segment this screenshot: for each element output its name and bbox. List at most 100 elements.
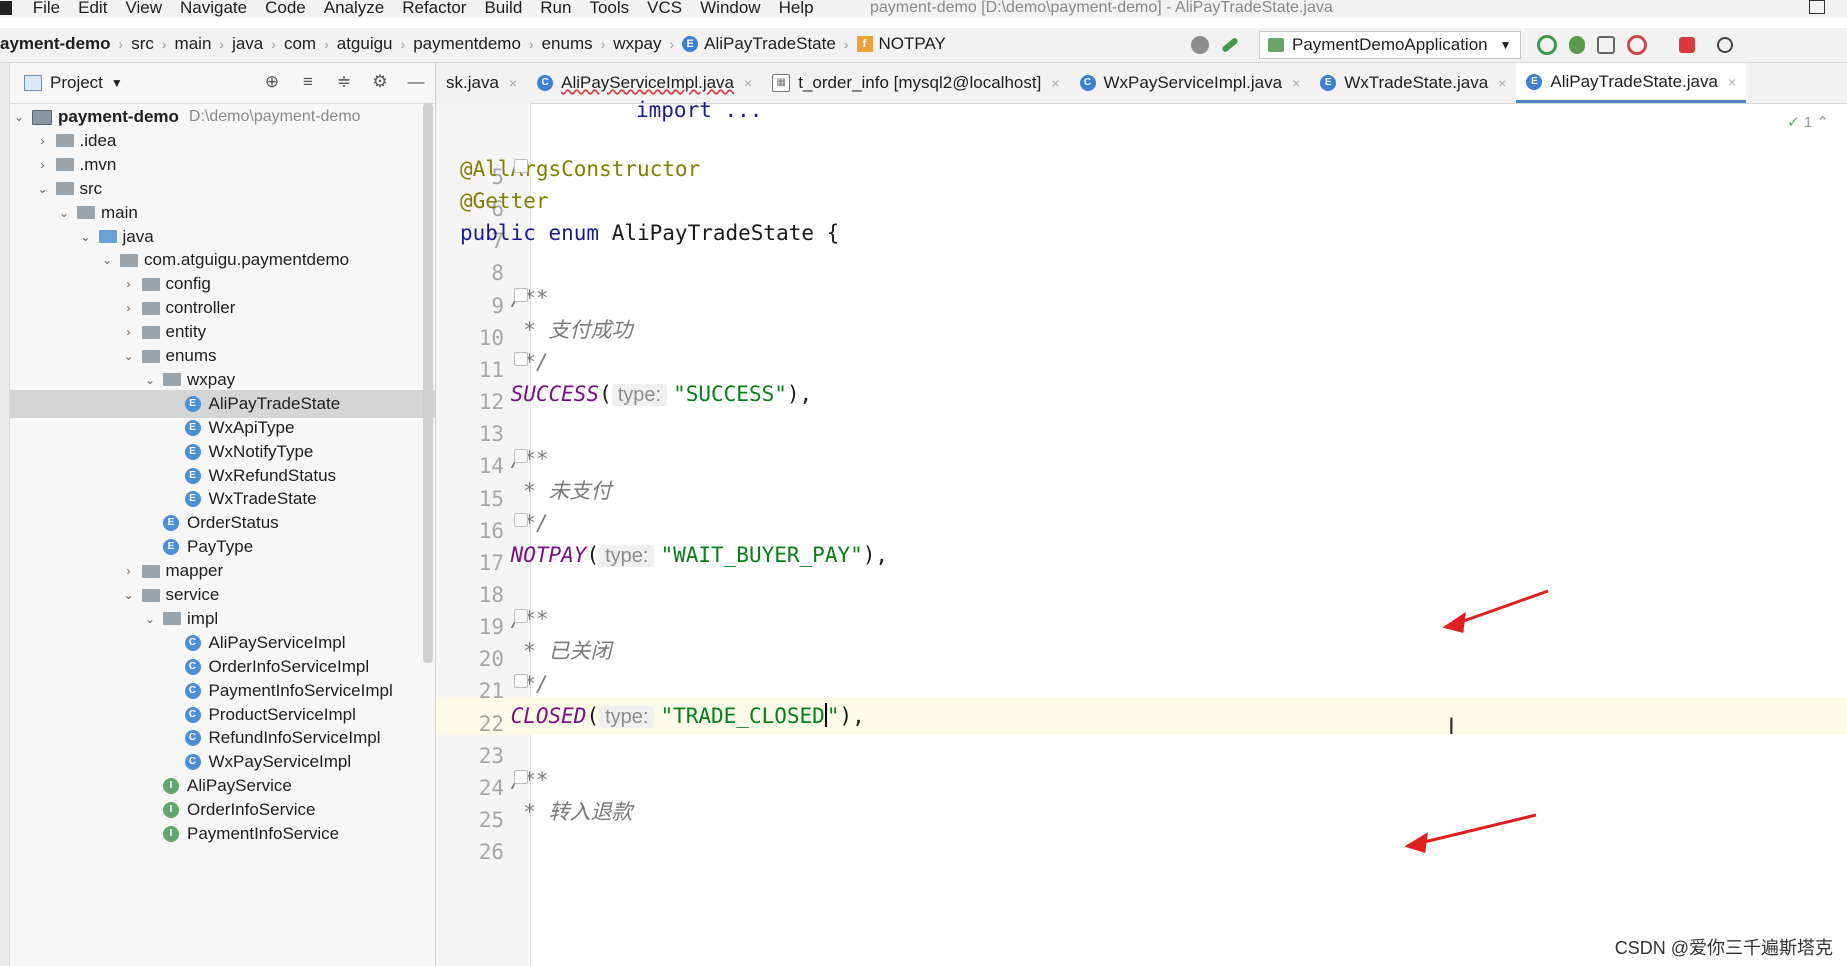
rerun-icon[interactable] [1536, 35, 1557, 55]
breadcrumb-item[interactable]: wxpay › [613, 34, 682, 54]
breadcrumb-item[interactable]: main › [175, 34, 233, 54]
chevron-down-icon[interactable]: ⌄ [122, 588, 136, 602]
menu-item-tools[interactable]: Tools [589, 0, 629, 16]
tree-row-label: java [122, 226, 154, 246]
editor-tab[interactable]: E AliPayTradeState.java × [1516, 63, 1747, 103]
code-token: * 转入退款 [460, 800, 633, 825]
code-token: @AllArgsConstructor [460, 157, 701, 182]
fold-marker-icon[interactable] [514, 352, 528, 367]
editor-tab-label: AliPayTradeState.java [1550, 71, 1718, 91]
menu-item-help[interactable]: Help [779, 0, 814, 16]
editor-tab-label: WxPayServiceImpl.java [1103, 73, 1283, 92]
project-panel: Project ▼ ⊕ ≡ ≑ ⚙ — ⌄ payment-demo D:\de… [10, 63, 436, 966]
menu-item-build[interactable]: Build [484, 0, 522, 16]
hide-icon[interactable]: — [407, 73, 425, 91]
build-hammer-icon[interactable] [1221, 36, 1239, 54]
close-icon[interactable]: × [1051, 75, 1059, 91]
menu-item-view[interactable]: View [125, 0, 162, 16]
arrow-notpay-head [1442, 611, 1466, 633]
fold-marker-icon[interactable] [514, 673, 528, 688]
menu-item-edit[interactable]: Edit [78, 0, 107, 16]
menu-item-window[interactable]: Window [700, 0, 760, 16]
close-icon[interactable]: × [744, 75, 752, 91]
menu-item-run[interactable]: Run [540, 0, 571, 16]
run-configuration-select[interactable]: PaymentDemoApplication ▼ [1259, 31, 1521, 59]
code-token: /** [460, 446, 549, 471]
breadcrumb-item[interactable]: paymentdemo › [413, 34, 541, 54]
class-icon: C [184, 682, 201, 699]
fold-marker-icon[interactable] [514, 287, 528, 302]
breadcrumb-item[interactable]: atguigu › [337, 34, 413, 54]
gear-icon[interactable]: ⚙ [371, 73, 389, 91]
arrow-closed-line [1419, 813, 1537, 845]
editor-tab[interactable]: E WxTradeState.java × [1310, 63, 1516, 103]
chevron-right-icon[interactable]: › [36, 158, 50, 172]
fold-marker-icon[interactable] [514, 159, 528, 174]
menu-item-navigate[interactable]: Navigate [180, 0, 247, 16]
search-icon[interactable] [1716, 37, 1733, 53]
chevron-right-icon[interactable]: › [122, 325, 136, 339]
breadcrumb-label: com [283, 34, 317, 53]
editor-tab[interactable]: C WxPayServiceImpl.java × [1070, 63, 1311, 103]
chevron-down-icon[interactable]: ⌄ [57, 206, 71, 220]
chevron-down-icon[interactable]: ⌄ [12, 110, 26, 124]
menu-item-file[interactable]: File [33, 0, 60, 16]
chevron-right-icon[interactable]: › [122, 564, 136, 578]
chevron-down-icon[interactable]: ⌄ [143, 373, 157, 387]
menu-item-vcs[interactable]: VCS [647, 0, 682, 16]
breadcrumb-item[interactable]: f NOTPAY [856, 34, 946, 54]
expand-all-icon[interactable]: ≡ [299, 73, 317, 91]
close-icon[interactable]: × [1728, 74, 1736, 90]
breadcrumb-item[interactable]: enums › [542, 34, 614, 54]
user-icon[interactable] [1191, 36, 1209, 54]
chevron-down-icon[interactable]: ▼ [111, 76, 123, 90]
project-panel-title[interactable]: Project [50, 73, 103, 93]
breadcrumb-label: src [131, 34, 154, 53]
debug-icon[interactable] [1568, 36, 1585, 54]
editor-tab[interactable]: sk.java × [436, 63, 527, 103]
chevron-down-icon[interactable]: ⌄ [79, 230, 93, 244]
locate-icon[interactable]: ⊕ [263, 73, 281, 91]
restore-window-icon[interactable] [1809, 0, 1825, 14]
breadcrumb-item[interactable]: E AliPayTradeState › [682, 34, 856, 54]
editor-tab[interactable]: ▦ t_order_info [mysql2@localhost] × [762, 63, 1069, 103]
chevron-down-icon[interactable]: ⌄ [36, 182, 50, 196]
class-icon: C [537, 75, 554, 91]
chevron-down-icon[interactable]: ⌄ [143, 612, 157, 626]
fold-marker-icon[interactable] [514, 609, 528, 624]
folder-icon [120, 253, 138, 267]
stop-icon[interactable] [1678, 37, 1695, 53]
chevron-right-icon[interactable]: › [36, 134, 50, 148]
chevron-down-icon[interactable]: ⌄ [122, 349, 136, 363]
project-scrollbar[interactable] [423, 103, 433, 663]
coverage-icon[interactable] [1596, 36, 1615, 54]
breadcrumb-label: java [232, 34, 264, 53]
chevron-right-icon: › [843, 36, 849, 52]
fold-marker-icon[interactable] [514, 512, 528, 527]
fold-marker-icon[interactable] [514, 770, 528, 784]
chevron-right-icon[interactable]: › [122, 277, 136, 291]
code-token: CLOSED [460, 703, 587, 728]
close-icon[interactable]: × [1292, 75, 1300, 91]
chevron-right-icon[interactable]: › [122, 301, 136, 315]
breadcrumb-item[interactable]: com › [284, 34, 337, 54]
breadcrumb-item[interactable]: src › [131, 34, 174, 54]
parameter-hint: type: [611, 384, 668, 407]
collapse-all-icon[interactable]: ≑ [335, 73, 353, 91]
annotation-arrows [1404, 589, 1549, 853]
fold-marker-icon[interactable] [514, 448, 528, 463]
menu-item-refactor[interactable]: Refactor [402, 0, 466, 16]
inspection-widget[interactable]: ✓ 1 ⌃ [1787, 113, 1829, 131]
breadcrumb-item[interactable]: ayment-demo › [0, 34, 131, 54]
editor-tab-label: sk.java [446, 73, 499, 92]
close-icon[interactable]: × [1498, 75, 1506, 91]
chevron-down-icon[interactable]: ⌄ [100, 253, 114, 267]
close-icon[interactable]: × [509, 75, 517, 91]
tree-row[interactable]: I PaymentInfoService [10, 820, 435, 848]
import-fold[interactable]: import ... [636, 91, 762, 129]
breadcrumb-item[interactable]: java › [232, 34, 284, 54]
menu-item-code[interactable]: Code [265, 0, 306, 16]
class-icon: C [184, 634, 201, 651]
profile-icon[interactable] [1626, 35, 1647, 55]
menu-item-analyze[interactable]: Analyze [324, 0, 384, 16]
